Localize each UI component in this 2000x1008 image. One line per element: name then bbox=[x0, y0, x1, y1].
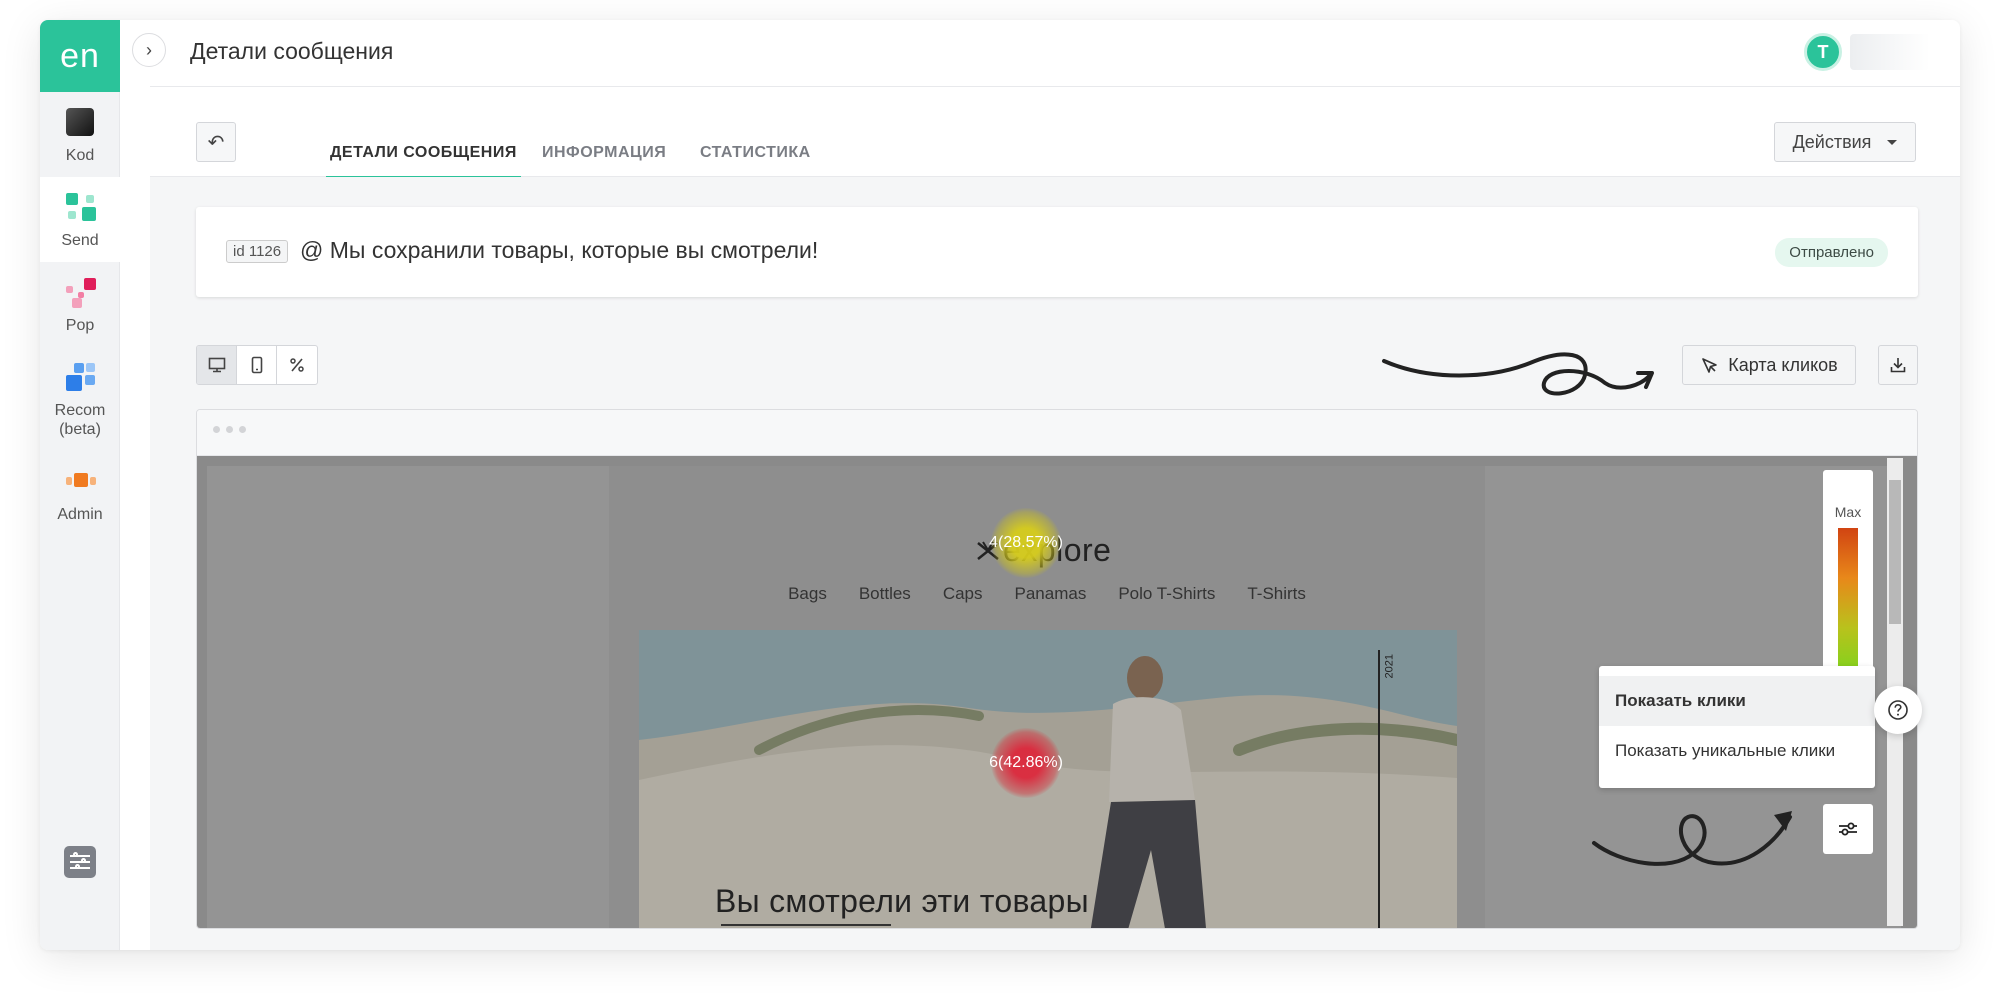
annotation-arrow-top bbox=[1382, 352, 1654, 396]
percent-icon bbox=[290, 358, 304, 372]
mobile-view-button[interactable] bbox=[237, 346, 277, 384]
message-subject: @ Мы сохранили товары, которые вы смотре… bbox=[300, 237, 819, 263]
preview-window-bar bbox=[197, 410, 1917, 456]
click-map-button[interactable]: Карта кликов bbox=[1682, 345, 1856, 385]
tab-statistics[interactable]: СТАТИСТИКА bbox=[696, 144, 815, 176]
back-button[interactable]: ↶ bbox=[196, 122, 236, 162]
admin-icon bbox=[64, 465, 96, 497]
email-preview: explore Bags Bottles Caps Panamas Polo T… bbox=[196, 409, 1918, 929]
caret-down-icon bbox=[1887, 139, 1898, 145]
question-icon bbox=[1888, 700, 1908, 720]
kod-icon bbox=[64, 106, 96, 138]
hero-title: Вы смотрели эти товары bbox=[715, 883, 1089, 919]
sidebar-item-send[interactable]: Send bbox=[40, 177, 120, 262]
brand-logo[interactable]: en bbox=[40, 20, 120, 92]
email-nav-link[interactable]: T-Shirts bbox=[1247, 584, 1306, 604]
main-content: id 1126 @ Мы сохранили товары, которые в… bbox=[150, 177, 1960, 950]
hero-year: 2021 bbox=[1383, 654, 1395, 679]
page-title: Детали сообщения bbox=[190, 38, 394, 64]
chevron-right-icon: › bbox=[146, 39, 152, 60]
sidebar-item-recom[interactable]: Recom (beta) bbox=[40, 347, 120, 451]
desktop-view-button[interactable] bbox=[197, 346, 237, 384]
sidebar-item-label: Kod bbox=[65, 147, 95, 164]
topbar: Детали сообщения T bbox=[150, 20, 1960, 87]
settings-sliders-icon[interactable] bbox=[64, 846, 96, 878]
sidebar-item-kod[interactable]: Kod bbox=[40, 92, 120, 177]
undo-arrow-icon: ↶ bbox=[207, 131, 225, 154]
message-card: id 1126 @ Мы сохранили товары, которые в… bbox=[196, 207, 1918, 297]
email-nav: Bags Bottles Caps Panamas Polo T-Shirts … bbox=[609, 584, 1485, 604]
heatmap-filter-button[interactable] bbox=[1823, 804, 1873, 854]
recom-icon bbox=[64, 361, 96, 393]
email-nav-link[interactable]: Caps bbox=[943, 584, 983, 604]
sidebar-item-label: Send bbox=[61, 232, 99, 249]
heatmap-spot[interactable]: 6(42.86%) bbox=[989, 728, 1063, 798]
sidebar-item-label: Admin bbox=[57, 506, 103, 523]
tabs-bar: ↶ ДЕТАЛИ СООБЩЕНИЯ ИНФОРМАЦИЯ СТАТИСТИКА… bbox=[150, 87, 1960, 179]
download-button[interactable] bbox=[1878, 345, 1918, 385]
sidebar-item-label: Pop bbox=[65, 317, 95, 334]
email-nav-link[interactable]: Polo T-Shirts bbox=[1118, 584, 1215, 604]
status-badge: Отправлено bbox=[1775, 238, 1888, 267]
sidebar-toggle-button[interactable]: › bbox=[132, 33, 166, 67]
menu-item-show-unique-clicks[interactable]: Показать уникальные клики bbox=[1599, 726, 1875, 776]
legend-max-label: Max bbox=[1834, 504, 1862, 520]
sidebar-item-admin[interactable]: Admin bbox=[40, 451, 120, 536]
email-nav-link[interactable]: Bottles bbox=[859, 584, 911, 604]
sidebar: en Kod Send Pop Recom (beta) Admin bbox=[40, 20, 120, 950]
message-id-badge: id 1126 bbox=[226, 240, 289, 263]
preview-canvas: explore Bags Bottles Caps Panamas Polo T… bbox=[197, 456, 1917, 928]
send-icon bbox=[64, 191, 96, 223]
heatmap-legend: Max bbox=[1823, 470, 1873, 678]
legend-gradient bbox=[1838, 528, 1858, 678]
percent-view-button[interactable] bbox=[277, 346, 317, 384]
sidebar-item-label: Recom (beta) bbox=[54, 402, 106, 438]
email-nav-link[interactable]: Panamas bbox=[1015, 584, 1087, 604]
menu-item-show-clicks[interactable]: Показать клики bbox=[1599, 676, 1875, 726]
actions-dropdown-button[interactable]: Действия bbox=[1774, 122, 1916, 162]
tab-information[interactable]: ИНФОРМАЦИЯ bbox=[538, 144, 670, 176]
click-map-label: Карта кликов bbox=[1728, 354, 1838, 375]
pop-icon bbox=[64, 276, 96, 308]
actions-label: Действия bbox=[1792, 131, 1872, 152]
email-nav-link[interactable]: Bags bbox=[788, 584, 827, 604]
scrollbar-thumb[interactable] bbox=[1889, 480, 1901, 624]
click-mode-menu: Показать клики Показать уникальные клики bbox=[1599, 666, 1875, 788]
mobile-icon bbox=[251, 356, 262, 374]
window-dot bbox=[213, 426, 220, 433]
download-icon bbox=[1890, 358, 1906, 373]
view-mode-toggle bbox=[196, 345, 318, 385]
help-button[interactable] bbox=[1874, 686, 1922, 734]
heatmap-spot[interactable]: 4(28.57%) bbox=[989, 508, 1063, 578]
window-dot bbox=[239, 426, 246, 433]
user-name-blurred bbox=[1850, 34, 1930, 70]
sidebar-item-pop[interactable]: Pop bbox=[40, 262, 120, 347]
tab-message-details[interactable]: ДЕТАЛИ СООБЩЕНИЯ bbox=[326, 144, 521, 179]
avatar[interactable]: T bbox=[1804, 33, 1842, 71]
app-window: en Kod Send Pop Recom (beta) Admin › Дет… bbox=[40, 20, 1960, 950]
sliders-icon bbox=[1839, 822, 1857, 836]
cursor-click-icon bbox=[1702, 358, 1718, 373]
desktop-icon bbox=[208, 357, 225, 373]
window-dot bbox=[226, 426, 233, 433]
